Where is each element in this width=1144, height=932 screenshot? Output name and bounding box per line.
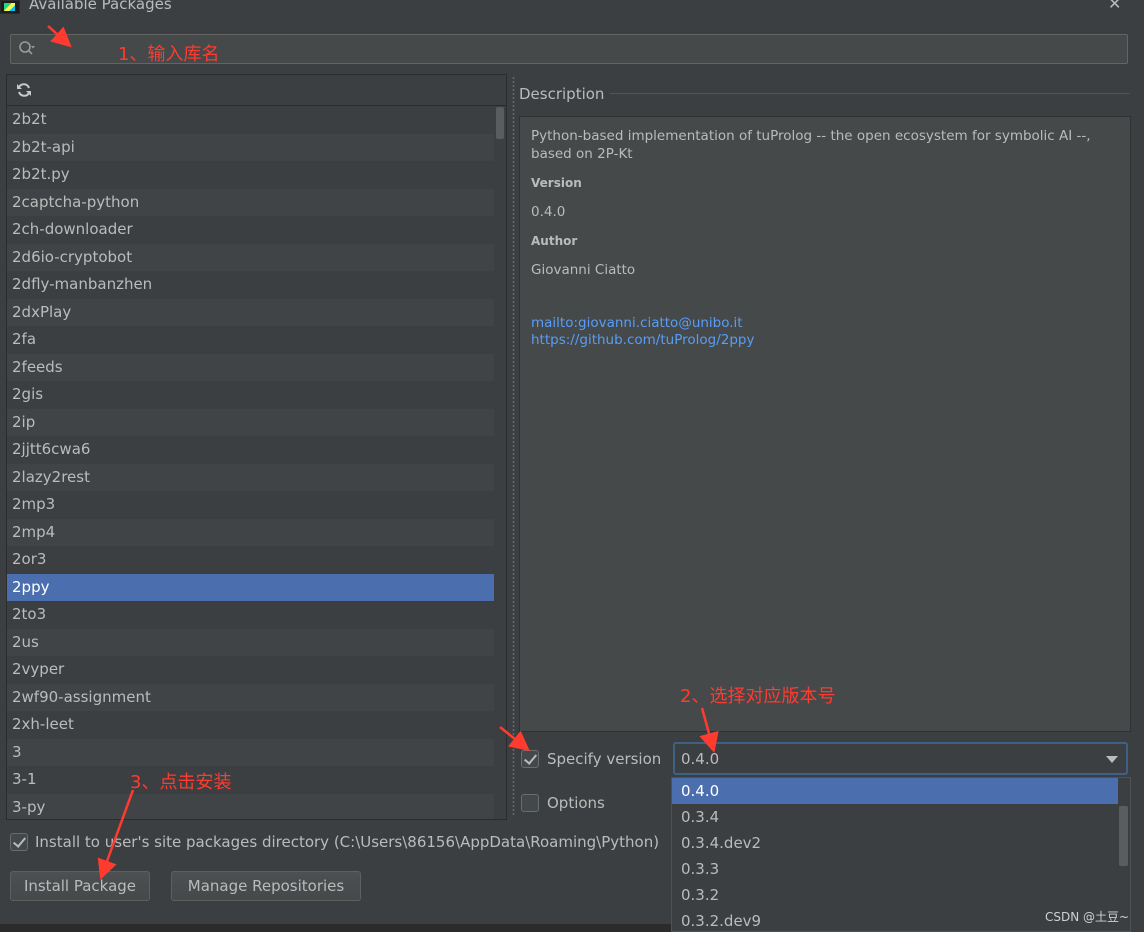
description-text: Python-based implementation of tuProlog …: [531, 128, 1091, 162]
pycharm-app-icon: [0, 0, 20, 14]
package-list-scroll-thumb[interactable]: [496, 107, 504, 139]
package-row[interactable]: 2b2t-api: [7, 133, 494, 161]
install-user-checkbox[interactable]: [10, 833, 28, 851]
window-title: Available Packages: [29, 0, 172, 13]
author-email-link[interactable]: mailto:giovanni.ciatto@unibo.it: [531, 315, 743, 331]
annotation-step2: 2、选择对应版本号: [680, 686, 836, 707]
description-separator: [610, 93, 1130, 94]
version-value: 0.4.0: [531, 204, 566, 220]
version-option[interactable]: 0.3.2: [672, 882, 1118, 908]
chevron-down-icon[interactable]: [1106, 756, 1118, 763]
annotation-step3: 3、点击安装: [130, 772, 232, 793]
package-row[interactable]: 2ip: [7, 408, 494, 436]
install-package-button[interactable]: Install Package: [10, 871, 150, 901]
package-row[interactable]: 2fa: [7, 326, 494, 354]
package-list-panel: 2b2t 2b2t-api 2b2t.py 2captcha-python 2ch-do…: [6, 74, 507, 820]
version-heading: Version: [531, 176, 582, 190]
version-select-value: 0.4.0: [681, 750, 720, 768]
author-value: Giovanni Ciatto: [531, 262, 636, 278]
description-label: Description: [519, 85, 605, 103]
options-checkbox[interactable]: [521, 794, 539, 812]
version-option[interactable]: 0.4.0: [672, 778, 1118, 804]
package-row[interactable]: 2ppy: [7, 573, 494, 601]
install-user-label: Install to user's site packages director…: [35, 833, 660, 851]
options-label: Options: [547, 794, 605, 812]
package-row[interactable]: 2gis: [7, 381, 494, 409]
package-row[interactable]: 2or3: [7, 546, 494, 574]
package-list: 2b2t 2b2t-api 2b2t.py 2captcha-python 2ch-do…: [7, 106, 494, 819]
project-url-link[interactable]: https://github.com/tuProlog/2ppy: [531, 332, 754, 348]
refresh-icon[interactable]: [16, 82, 32, 98]
package-row[interactable]: 2feeds: [7, 353, 494, 381]
version-option[interactable]: 0.3.3: [672, 856, 1118, 882]
author-heading: Author: [531, 234, 578, 248]
close-icon[interactable]: ✕: [1108, 0, 1121, 13]
version-select[interactable]: [673, 742, 1128, 775]
package-row[interactable]: 3: [7, 738, 494, 766]
specify-version-checkbox[interactable]: [521, 750, 539, 768]
package-row[interactable]: 2us: [7, 628, 494, 656]
package-row[interactable]: 2jjtt6cwa6: [7, 436, 494, 464]
specify-version-label: Specify version: [547, 750, 662, 768]
panel-splitter[interactable]: [511, 76, 516, 816]
package-row[interactable]: 2mp3: [7, 491, 494, 519]
watermark: CSDN @土豆~: [1045, 910, 1130, 924]
package-row[interactable]: 2b2t: [7, 106, 494, 134]
package-row[interactable]: 2dxPlay: [7, 298, 494, 326]
manage-repositories-button[interactable]: Manage Repositories: [171, 871, 361, 901]
search-icon: [19, 41, 35, 55]
package-row[interactable]: 2vyper: [7, 656, 494, 684]
version-popup-scroll-thumb[interactable]: [1119, 806, 1128, 866]
package-row[interactable]: 2d6io-cryptobot: [7, 243, 494, 271]
package-row[interactable]: 2ch-downloader: [7, 216, 494, 244]
package-row[interactable]: 2lazy2rest: [7, 463, 494, 491]
annotation-step1: 1、输入库名: [118, 44, 220, 65]
package-row[interactable]: 2xh-leet: [7, 711, 494, 739]
package-row[interactable]: 2captcha-python: [7, 188, 494, 216]
version-option[interactable]: 0.3.4: [672, 804, 1118, 830]
package-row[interactable]: 3-1: [7, 766, 494, 794]
package-row[interactable]: 2wf90-assignment: [7, 683, 494, 711]
list-toolbar: [7, 75, 506, 106]
version-option[interactable]: 0.3.4.dev2: [672, 830, 1118, 856]
package-row[interactable]: 3-py: [7, 793, 494, 819]
package-row[interactable]: 2to3: [7, 601, 494, 629]
package-row[interactable]: 2b2t.py: [7, 161, 494, 189]
package-row[interactable]: 2dfly-manbanzhen: [7, 271, 494, 299]
package-row[interactable]: 2mp4: [7, 518, 494, 546]
description-box: [519, 116, 1131, 732]
bottom-strip: [0, 924, 671, 932]
package-list-scrollbar[interactable]: [494, 106, 506, 819]
